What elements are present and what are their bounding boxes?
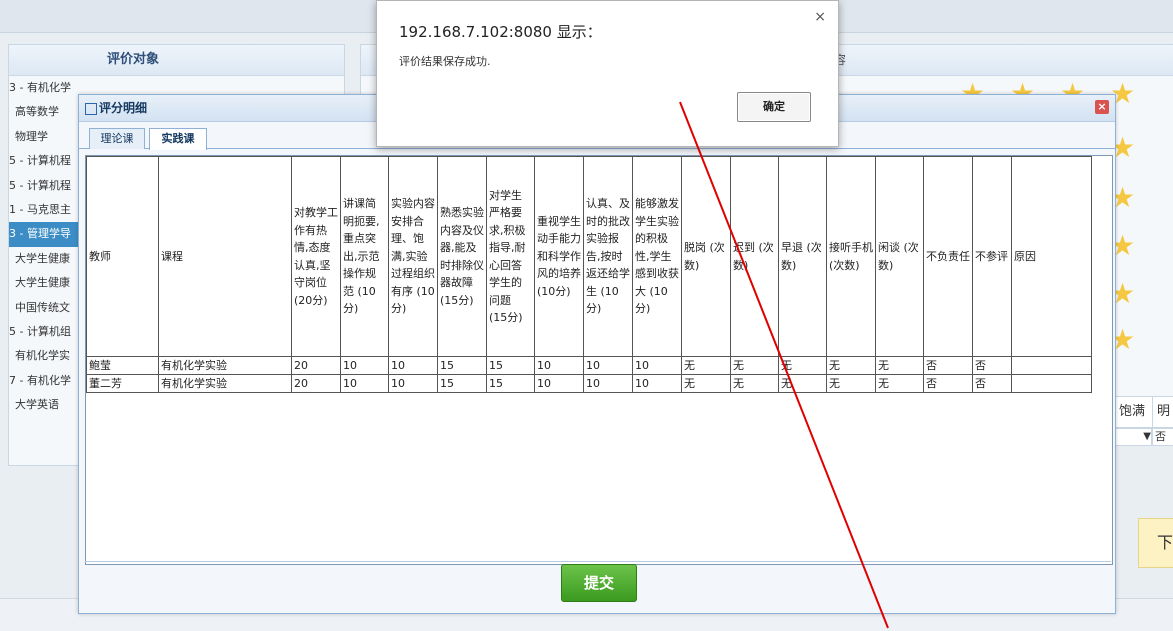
table-cell <box>1011 374 1092 393</box>
score-detail-dialog: 评分明细 × 理论课 实践课 教师 课程 对教学工作有热情,态度认真,坚守岗位 … <box>78 94 1116 614</box>
close-icon[interactable]: × <box>1095 100 1109 114</box>
table-cell: 鲍莹 <box>86 356 159 375</box>
close-icon[interactable]: × <box>814 9 826 25</box>
table-row: 董二芳 有机化学实验 20 10 10 15 15 10 10 10 无 无 无… <box>86 374 1092 393</box>
table-cell: 15 <box>437 356 487 375</box>
window-icon <box>85 102 97 115</box>
table-cell: 10 <box>534 374 584 393</box>
table-cell: 15 <box>437 374 487 393</box>
table-cell: 10 <box>632 356 682 375</box>
table-cell: 20 <box>291 374 341 393</box>
table-cell: 无 <box>730 356 779 375</box>
table-cell: 10 <box>534 356 584 375</box>
column-header: 教师 <box>86 156 159 357</box>
column-header: 课程 <box>158 156 292 357</box>
table-cell: 无 <box>826 356 876 375</box>
select-value[interactable]: 否 <box>1152 428 1173 446</box>
table-cell: 董二芳 <box>86 374 159 393</box>
column-header: 早退 (次数) <box>778 156 827 357</box>
table-cell: 10 <box>632 374 682 393</box>
table-row: 鲍莹 有机化学实验 20 10 10 15 15 10 10 10 无 无 无 … <box>86 356 1092 375</box>
table-header-row: 教师 课程 对教学工作有热情,态度认真,坚守岗位 (20分) 讲课简明扼要,重点… <box>86 156 1092 357</box>
column-header: 实验内容安排合理、饱满,实验过程组织有序 (10分) <box>388 156 438 357</box>
column-header: 对学生严格要求,积极指导,耐心回答学生的问题 (15分) <box>486 156 535 357</box>
table-cell: 10 <box>340 356 389 375</box>
table-cell: 否 <box>923 356 973 375</box>
submit-button[interactable]: 提交 <box>561 564 637 602</box>
dialog-footer: 提交 <box>85 561 1111 610</box>
next-button[interactable]: 下 <box>1138 518 1173 568</box>
table-cell: 10 <box>583 356 633 375</box>
chevron-down-icon[interactable]: ▼ <box>1114 428 1152 446</box>
column-header: 接听手机(次数) <box>826 156 876 357</box>
alert-title: 192.168.7.102:8080 显示： <box>399 23 602 41</box>
table-cell: 15 <box>486 356 535 375</box>
column-header: 不参评 <box>972 156 1012 357</box>
table-cell: 无 <box>826 374 876 393</box>
table-cell: 20 <box>291 356 341 375</box>
table-cell <box>1011 356 1092 375</box>
evaluation-target-title: 评价对象 <box>9 45 344 76</box>
column-header: 重视学生动手能力和科学作风的培养 (10分) <box>534 156 584 357</box>
alert-message: 评价结果保存成功. <box>399 55 491 68</box>
table-cell: 否 <box>972 356 1012 375</box>
table-cell: 10 <box>388 374 438 393</box>
tab-practice[interactable]: 实践课 <box>149 128 207 150</box>
table-cell: 15 <box>486 374 535 393</box>
browser-alert: 192.168.7.102:8080 显示： × 评价结果保存成功. 确定 <box>376 0 839 147</box>
table-cell: 有机化学实验 <box>158 374 292 393</box>
column-header: 认真、及时的批改实验报告,按时返还给学生 (10分) <box>583 156 633 357</box>
dialog-title: 评分明细 <box>99 101 148 115</box>
column-header: 讲课简明扼要,重点突出,示范操作规范 (10分) <box>340 156 389 357</box>
table-cell: 10 <box>340 374 389 393</box>
column-header: 不负责任 <box>923 156 973 357</box>
table-cell: 无 <box>681 356 731 375</box>
table-cell: 10 <box>583 374 633 393</box>
table-cell: 无 <box>681 374 731 393</box>
table-cell: 否 <box>923 374 973 393</box>
column-header: 对教学工作有热情,态度认真,坚守岗位 (20分) <box>291 156 341 357</box>
table-cell: 无 <box>875 374 924 393</box>
table-cell: 无 <box>778 374 827 393</box>
column-header: 饱满 <box>1114 396 1156 428</box>
column-header: 脱岗 (次数) <box>681 156 731 357</box>
column-header: 迟到 (次数) <box>730 156 779 357</box>
column-header: 能够激发学生实验的积极性,学生感到收获大 (10分) <box>632 156 682 357</box>
tab-theory[interactable]: 理论课 <box>89 128 145 149</box>
ok-button[interactable]: 确定 <box>737 92 811 122</box>
table-cell: 有机化学实验 <box>158 356 292 375</box>
column-header: 熟悉实验内容及仪器,能及时排除仪器故障 (15分) <box>437 156 487 357</box>
column-header: 原因 <box>1011 156 1092 357</box>
table-cell: 无 <box>730 374 779 393</box>
table-cell: 否 <box>972 374 1012 393</box>
column-header: 明 <box>1152 396 1173 428</box>
column-header: 闲谈 (次数) <box>875 156 924 357</box>
table-cell: 无 <box>875 356 924 375</box>
table-cell: 10 <box>388 356 438 375</box>
score-table-container: 教师 课程 对教学工作有热情,态度认真,坚守岗位 (20分) 讲课简明扼要,重点… <box>85 155 1113 565</box>
score-table: 教师 课程 对教学工作有热情,态度认真,坚守岗位 (20分) 讲课简明扼要,重点… <box>86 156 1092 393</box>
table-cell: 无 <box>778 356 827 375</box>
